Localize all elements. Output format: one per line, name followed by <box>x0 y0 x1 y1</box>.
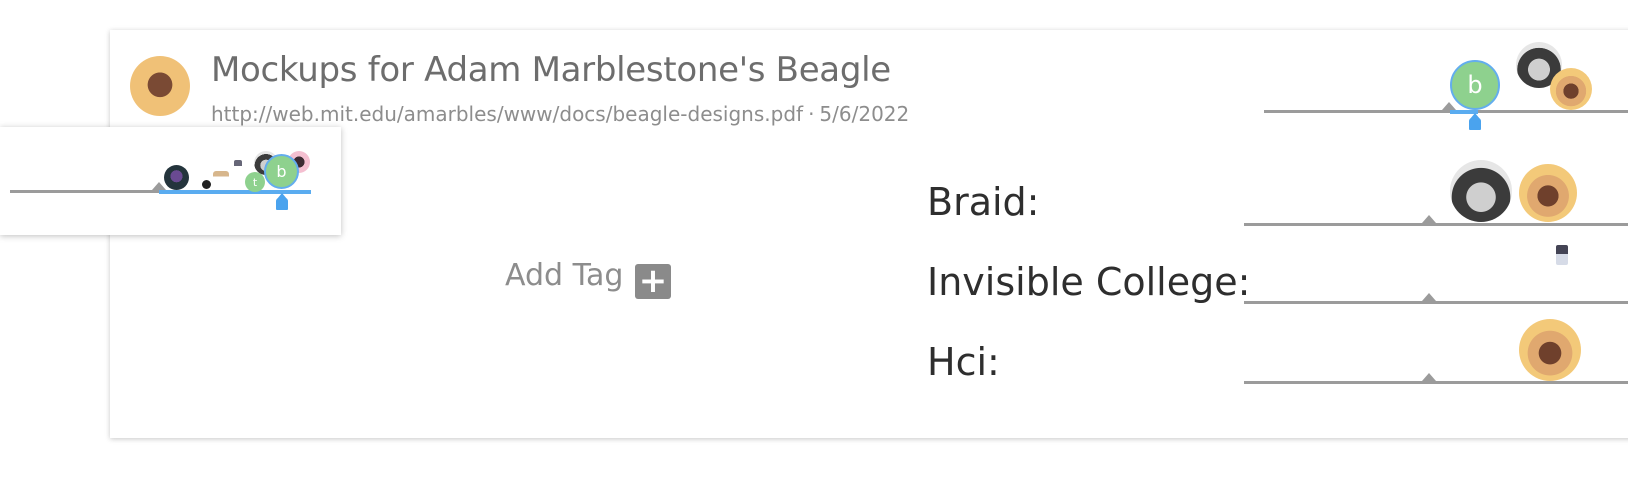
author-avatar[interactable] <box>130 56 190 116</box>
popup-rating-marker <box>152 182 166 190</box>
item-date: 5/6/2022 <box>819 102 910 126</box>
tag-label-invisible-college: Invisible College: <box>927 260 1251 304</box>
tag-marker-hci <box>1422 373 1436 381</box>
braid-beard-avatar[interactable] <box>1519 164 1577 222</box>
main-rating-track[interactable] <box>1264 110 1628 113</box>
popup-avatar-small-dark[interactable] <box>202 180 211 189</box>
main-beard-avatar[interactable] <box>1550 68 1592 110</box>
main-user-bubble-label: b <box>1467 71 1483 99</box>
tag-track-braid[interactable] <box>1244 223 1628 226</box>
item-title[interactable]: Mockups for Adam Marblestone's Beagle <box>211 50 891 90</box>
meta-separator: · <box>808 102 815 126</box>
hci-beard-avatar[interactable] <box>1519 319 1581 381</box>
tag-label-hci: Hci: <box>927 340 1000 384</box>
popup-avatar-tiny[interactable] <box>234 160 242 172</box>
popup-b-label: b <box>276 162 287 181</box>
tag-label-braid: Braid: <box>927 180 1040 224</box>
plus-icon[interactable]: + <box>635 264 671 299</box>
popup-avatar-dark[interactable] <box>164 165 189 190</box>
main-rating-marker <box>1442 102 1456 110</box>
invisible-college-tiny-avatar[interactable] <box>1556 245 1568 265</box>
tag-track-hci[interactable] <box>1244 381 1628 384</box>
popup-t-bubble[interactable]: t <box>245 172 265 192</box>
tag-marker-invisible-college <box>1422 293 1436 301</box>
popup-slider-knob-icon[interactable] <box>276 193 288 210</box>
braid-curly-avatar[interactable] <box>1450 160 1512 222</box>
add-tag-label[interactable]: Add Tag <box>505 258 623 293</box>
main-slider-knob-icon[interactable] <box>1469 113 1481 130</box>
popup-b-bubble[interactable]: b <box>264 154 299 189</box>
popup-t-label: t <box>252 175 258 189</box>
tag-marker-braid <box>1422 215 1436 223</box>
main-user-bubble[interactable]: b <box>1450 60 1500 110</box>
popup-rating-fill <box>159 190 311 194</box>
item-url[interactable]: http://web.mit.edu/amarbles/www/docs/bea… <box>211 102 803 126</box>
popup-avatar-hat[interactable] <box>213 171 229 189</box>
tag-track-invisible-college[interactable] <box>1244 301 1628 304</box>
item-meta: http://web.mit.edu/amarbles/www/docs/bea… <box>211 102 909 126</box>
